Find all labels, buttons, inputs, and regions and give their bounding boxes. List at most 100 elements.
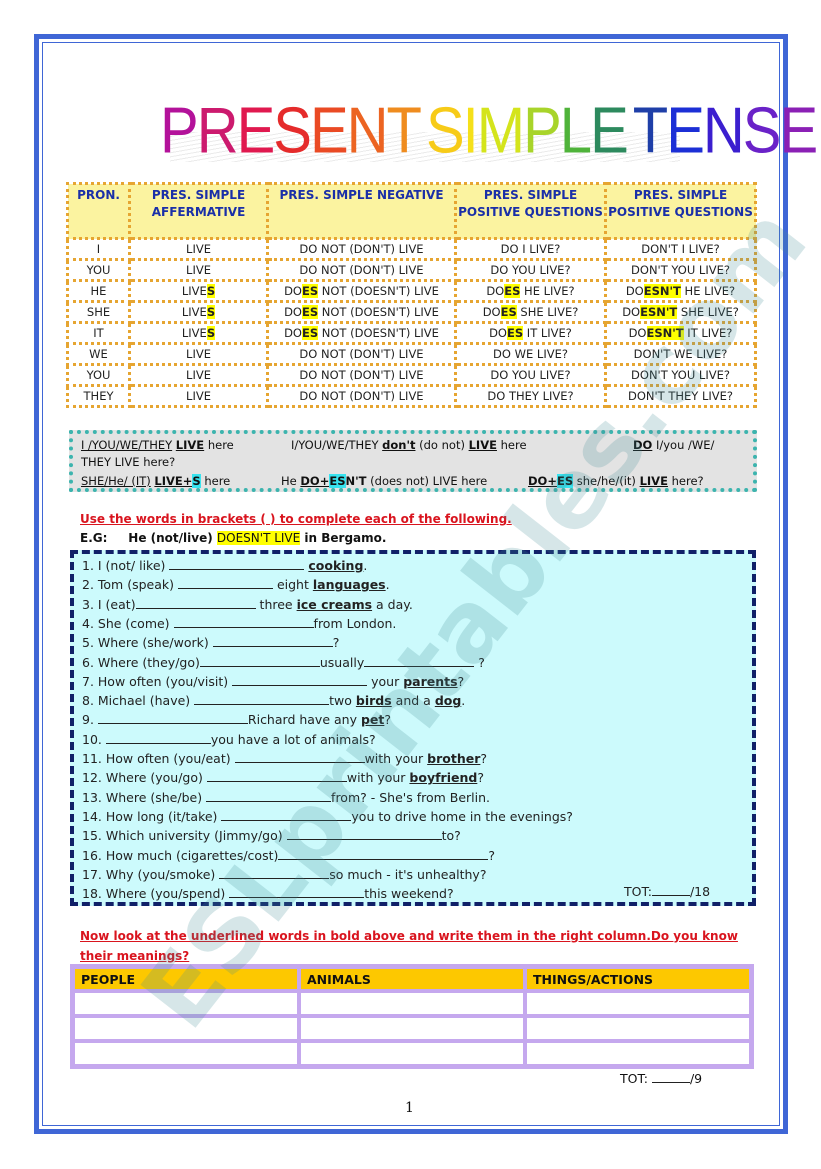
rule-aux: DO [633, 438, 653, 452]
cell-text: DO [625, 284, 644, 298]
negative-question-cell: DON'T WE LIVE? [604, 342, 757, 366]
affirmative-cell: LIVES [128, 321, 269, 345]
exercise-text: . [385, 577, 390, 593]
total-blank[interactable] [651, 1071, 690, 1083]
cell-text: LIVE [181, 326, 207, 340]
highlighted-ending: ESN'T [646, 326, 684, 340]
rule-verb: LIVE [639, 474, 668, 488]
vocabulary-word: dog [434, 693, 462, 709]
rule-aux: don't [382, 438, 416, 452]
vocabulary-cell[interactable] [299, 1041, 525, 1066]
total-max: /18 [689, 884, 711, 899]
vocabulary-cell[interactable] [525, 991, 751, 1016]
conjugation-row: SHE LIVES DOES NOT (DOESN'T) LIVE DOES SHE … [66, 300, 757, 324]
title-text: PRESENT SIMPLE TENSE [160, 92, 818, 170]
cell-text: SHE LIVE? [677, 305, 739, 319]
exercise-text: and a [391, 693, 435, 709]
vocabulary-cell[interactable] [525, 1016, 751, 1041]
total-label: TOT: [624, 884, 652, 899]
rule-text: here [204, 438, 234, 452]
answer-blank[interactable] [232, 674, 368, 686]
exercise-text: this weekend? [364, 886, 454, 902]
header-pronoun: PRON. [66, 182, 131, 240]
exercise-item: 18. Where (you/spend) this weekend? [82, 886, 454, 901]
cell-text: YOU LIVE? [667, 263, 730, 277]
answer-blank[interactable] [206, 790, 332, 802]
answer-blank[interactable] [229, 886, 365, 899]
cell-text: WE LIVE? [510, 347, 568, 361]
answer-blank[interactable] [364, 655, 475, 667]
answer-blank[interactable] [97, 712, 248, 725]
cell-text: WE LIVE? [670, 347, 728, 361]
header-questions: PRES. SIMPLE POSITIVE QUESTIONS [454, 182, 607, 240]
answer-blank[interactable] [135, 597, 256, 609]
conjugation-row: YOU LIVE DO NOT (DON'T) LIVE DO YOU LIVE? DO… [66, 363, 757, 387]
exercise-text: from London. [313, 615, 397, 631]
vocabulary-cell[interactable] [299, 1016, 525, 1041]
answer-blank[interactable] [212, 635, 333, 648]
title-letter: L [559, 94, 592, 168]
cell-text: YOU LIVE? [508, 368, 571, 382]
vocabulary-cell[interactable] [299, 991, 525, 1016]
answer-blank[interactable] [177, 577, 273, 590]
exercise-prompt: 15. Which university (Jimmy/go) [82, 828, 287, 844]
cell-text: DO [299, 347, 318, 361]
rule-text: I/you /WE/ [652, 438, 715, 452]
answer-blank[interactable] [219, 867, 330, 879]
header-things-actions: THINGS/ACTIONS [525, 967, 751, 991]
answer-blank[interactable] [199, 655, 320, 667]
exercise-box: 1. I (not/ like) cooking. 2. Tom (speak) … [70, 550, 756, 906]
answer-blank[interactable] [286, 828, 442, 841]
rule-subject: I/YOU/WE/THEY [291, 438, 383, 452]
exercise-text: ? [384, 712, 391, 728]
exercise-text: you have a lot of animals? [210, 731, 376, 747]
vocabulary-table: PEOPLE ANIMALS THINGS/ACTIONS [70, 964, 754, 1069]
answer-blank[interactable] [278, 848, 489, 860]
cell-text: THEY LIVE? [664, 389, 733, 403]
vocabulary-cell[interactable] [73, 991, 299, 1016]
highlighted-ending: ESN'T [643, 284, 681, 298]
vocabulary-cell[interactable] [73, 1016, 299, 1041]
answer-blank[interactable] [173, 616, 314, 628]
cell-text: NOT (DOESN'T) LIVE [318, 305, 439, 319]
title-letter: E [666, 94, 705, 168]
negative-cell: DOES NOT (DOESN'T) LIVE [266, 279, 457, 303]
cell-text: DON'T [631, 368, 668, 382]
answer-blank[interactable] [105, 732, 211, 744]
answer-blank[interactable] [206, 770, 347, 783]
negative-question-cell: DON'T YOU LIVE? [604, 258, 757, 282]
answer-blank[interactable] [194, 693, 330, 706]
title-letter: E [779, 94, 818, 168]
answer-blank[interactable] [234, 751, 365, 763]
vocabulary-row [73, 1041, 751, 1066]
cell-text: DO [299, 368, 318, 382]
conjugation-table: PRON. PRES. SIMPLE AFFERMATIVE PRES. SIM… [66, 182, 757, 408]
total-blank[interactable] [651, 884, 690, 896]
answer-blank[interactable] [221, 809, 352, 821]
vocabulary-cell[interactable] [73, 1041, 299, 1066]
total-label: TOT: [620, 1071, 648, 1086]
cell-text: IT LIVE? [683, 326, 733, 340]
cell-text: HE LIVE? [520, 284, 575, 298]
rule-subject: SHE/He/ (IT) [81, 474, 151, 488]
answer-blank[interactable] [169, 558, 305, 570]
exercise-text: . [363, 558, 368, 573]
exercise-text: so much - it's unhealthy? [329, 866, 487, 882]
cell-text: DON'T [631, 263, 668, 277]
exercise-item: 5. Where (she/work) ? [82, 635, 339, 650]
header-negative: PRES. SIMPLE NEGATIVE [266, 182, 457, 240]
exercise-text: from? - She's from Berlin. [331, 789, 491, 805]
pronoun-cell: WE [66, 342, 131, 366]
vocabulary-cell[interactable] [525, 1041, 751, 1066]
exercise-prompt: 8. Michael (have) [82, 693, 195, 709]
vocabulary-header-row: PEOPLE ANIMALS THINGS/ACTIONS [73, 967, 751, 991]
cell-text: NOT (DOESN'T) LIVE [318, 284, 439, 298]
title-letter: P [160, 94, 199, 168]
exercise-text: two [329, 693, 356, 709]
title-letter: S [425, 94, 465, 168]
page-number: 1 [405, 1100, 414, 1116]
cell-text: I LIVE? [518, 242, 561, 256]
rule-text: she/he/(it) [573, 474, 640, 488]
exercise-text: usually [319, 654, 365, 670]
highlighted-ending: ES [301, 284, 319, 298]
